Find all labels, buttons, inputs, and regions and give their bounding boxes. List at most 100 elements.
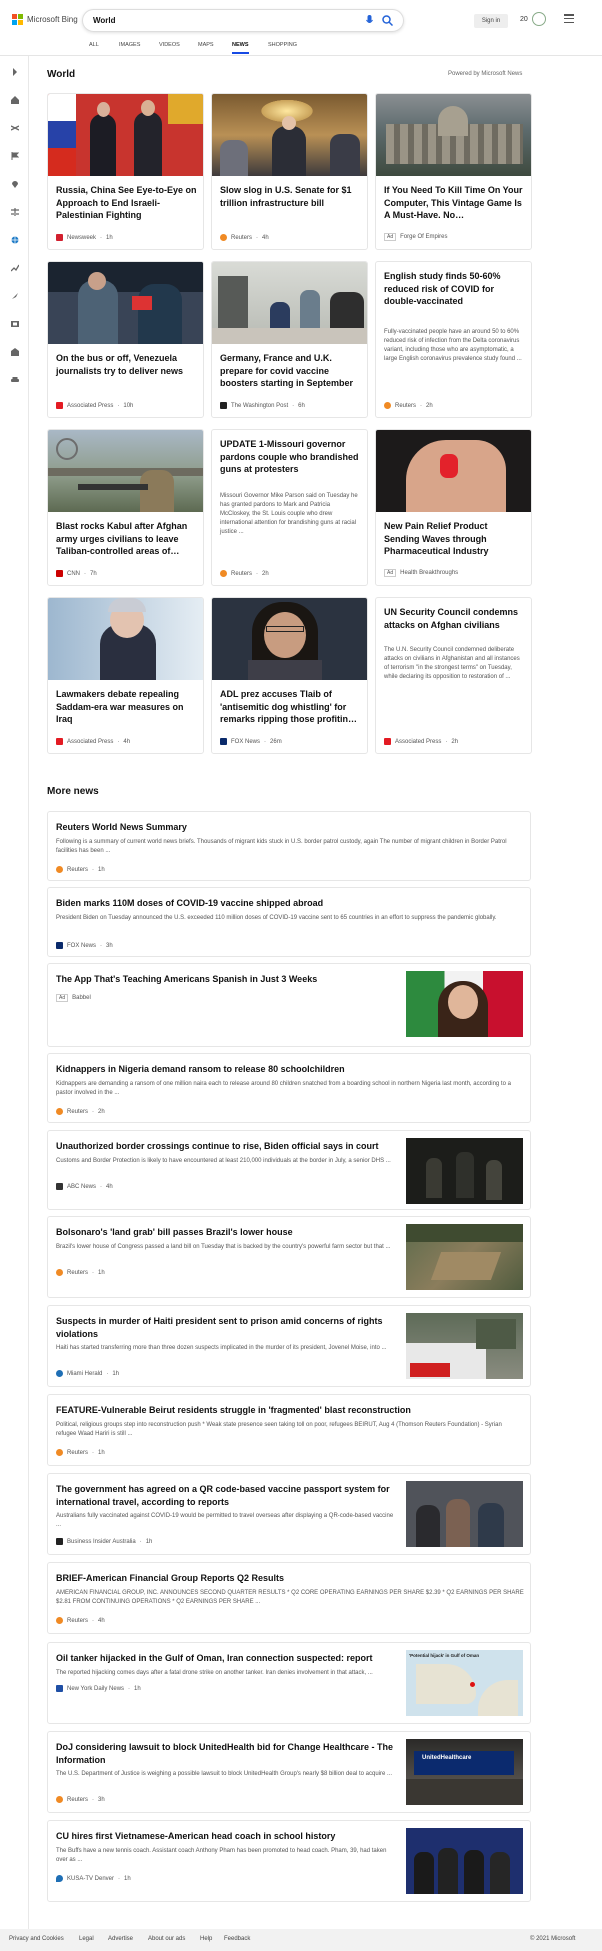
microphone-icon[interactable] <box>366 15 373 26</box>
item-title[interactable]: DoJ considering lawsuit to block UnitedH… <box>56 1741 396 1767</box>
card-title[interactable]: Lawmakers debate repealing Saddam-era wa… <box>56 688 197 726</box>
news-list-item[interactable]: Suspects in murder of Haiti president se… <box>47 1305 531 1387</box>
footer-link-privacy[interactable]: Privacy and Cookies <box>9 1936 64 1942</box>
news-card[interactable]: ADL prez accuses Tlaib of 'antisemitic d… <box>211 597 368 754</box>
card-title[interactable]: Blast rocks Kabul after Afghan army urge… <box>56 520 197 558</box>
source-logo-icon <box>220 738 227 745</box>
tab-videos[interactable]: VIDEOS <box>159 42 180 48</box>
item-title[interactable]: Unauthorized border crossings continue t… <box>56 1140 396 1153</box>
news-list-item[interactable]: Reuters World News Summary Following is … <box>47 811 531 881</box>
item-title[interactable]: Biden marks 110M doses of COVID-19 vacci… <box>56 897 516 910</box>
news-list-item[interactable]: Kidnappers in Nigeria demand ransom to r… <box>47 1053 531 1123</box>
source-logo-icon <box>56 570 63 577</box>
footer-link-advertise[interactable]: Advertise <box>108 1936 133 1942</box>
source-logo-icon <box>56 234 63 241</box>
source-logo-icon <box>56 1183 63 1190</box>
item-source: Reuters · 1h <box>56 1449 105 1456</box>
item-title[interactable]: FEATURE-Vulnerable Beirut residents stru… <box>56 1404 516 1417</box>
building-icon[interactable] <box>11 348 19 356</box>
tab-all[interactable]: ALL <box>89 42 99 48</box>
rocket-icon[interactable] <box>11 292 19 300</box>
footer-link-about-ads[interactable]: About our ads <box>148 1936 185 1942</box>
item-title[interactable]: Bolsonaro's 'land grab' bill passes Braz… <box>56 1226 396 1239</box>
tab-shopping[interactable]: SHOPPING <box>268 42 297 48</box>
item-title[interactable]: CU hires first Vietnamese-American head … <box>56 1830 396 1843</box>
item-source: ABC News · 4h <box>56 1183 113 1190</box>
tab-images[interactable]: IMAGES <box>119 42 140 48</box>
item-title[interactable]: The App That's Teaching Americans Spanis… <box>56 973 396 986</box>
news-card[interactable]: On the bus or off, Venezuela journalists… <box>47 261 204 418</box>
item-title[interactable]: BRIEF-American Financial Group Reports Q… <box>56 1572 516 1585</box>
news-card[interactable]: English study finds 50-60% reduced risk … <box>375 261 532 418</box>
card-title[interactable]: English study finds 50-60% reduced risk … <box>384 270 525 308</box>
news-card[interactable]: UN Security Council condemns attacks on … <box>375 597 532 754</box>
bing-logo[interactable]: Microsoft Bing <box>12 14 78 25</box>
ad-card[interactable]: If You Need To Kill Time On Your Compute… <box>375 93 532 250</box>
news-card[interactable]: Blast rocks Kabul after Afghan army urge… <box>47 429 204 586</box>
ad-card[interactable]: New Pain Relief Product Sending Waves th… <box>375 429 532 586</box>
film-icon[interactable] <box>11 320 19 328</box>
ad-image <box>376 430 531 512</box>
news-list-item[interactable]: BRIEF-American Financial Group Reports Q… <box>47 1562 531 1634</box>
news-card[interactable]: Russia, China See Eye-to-Eye on Approach… <box>47 93 204 250</box>
item-snippet: Brazil's lower house of Congress passed … <box>56 1244 391 1250</box>
card-title[interactable]: Russia, China See Eye-to-Eye on Approach… <box>56 184 197 222</box>
card-title[interactable]: Slow slog in U.S. Senate for $1 trillion… <box>220 184 361 209</box>
news-card[interactable]: Slow slog in U.S. Senate for $1 trillion… <box>211 93 368 250</box>
item-snippet: Customs and Border Protection is likely … <box>56 1158 391 1164</box>
item-source: Miami Herald · 1h <box>56 1370 119 1377</box>
news-list-item[interactable]: FEATURE-Vulnerable Beirut residents stru… <box>47 1394 531 1466</box>
footer-link-legal[interactable]: Legal <box>79 1936 94 1942</box>
search-input[interactable]: World <box>82 9 404 32</box>
microsoft-logo-icon <box>12 14 23 25</box>
globe-icon[interactable] <box>11 236 19 244</box>
news-card[interactable]: UPDATE 1-Missouri governor pardons coupl… <box>211 429 368 586</box>
item-title[interactable]: Oil tanker hijacked in the Gulf of Oman,… <box>56 1652 396 1665</box>
news-list-item[interactable]: DoJ considering lawsuit to block UnitedH… <box>47 1731 531 1813</box>
item-title[interactable]: The government has agreed on a QR code-b… <box>56 1483 396 1509</box>
news-card[interactable]: Germany, France and U.K. prepare for cov… <box>211 261 368 418</box>
menu-icon[interactable] <box>564 14 574 23</box>
source-logo-icon <box>56 1269 63 1276</box>
card-source: FOX News · 26m <box>220 738 282 745</box>
map-pin-icon[interactable] <box>11 180 19 188</box>
card-title[interactable]: New Pain Relief Product Sending Waves th… <box>384 520 525 558</box>
car-icon[interactable] <box>11 376 19 384</box>
scale-icon[interactable] <box>11 208 19 216</box>
news-list-item[interactable]: CU hires first Vietnamese-American head … <box>47 1820 531 1902</box>
sign-in-button[interactable]: Sign in <box>474 14 508 28</box>
rewards-points[interactable]: 20 <box>520 16 528 23</box>
ad-list-item[interactable]: The App That's Teaching Americans Spanis… <box>47 963 531 1047</box>
trending-icon[interactable] <box>11 264 19 272</box>
card-title[interactable]: On the bus or off, Venezuela journalists… <box>56 352 197 377</box>
source-logo-icon <box>56 866 63 873</box>
item-source: Ad Babbel <box>56 994 91 1002</box>
card-title[interactable]: UN Security Council condemns attacks on … <box>384 606 525 631</box>
news-list-item[interactable]: Unauthorized border crossings continue t… <box>47 1130 531 1210</box>
news-image <box>48 262 203 344</box>
rewards-trophy-icon[interactable] <box>532 12 546 26</box>
footer-link-help[interactable]: Help <box>200 1936 212 1942</box>
card-title[interactable]: UPDATE 1-Missouri governor pardons coupl… <box>220 438 361 476</box>
item-title[interactable]: Suspects in murder of Haiti president se… <box>56 1315 396 1341</box>
card-title[interactable]: ADL prez accuses Tlaib of 'antisemitic d… <box>220 688 361 726</box>
card-title[interactable]: If You Need To Kill Time On Your Compute… <box>384 184 525 222</box>
footer-link-feedback[interactable]: Feedback <box>224 1936 250 1942</box>
news-list-item[interactable]: Bolsonaro's 'land grab' bill passes Braz… <box>47 1216 531 1298</box>
tab-maps[interactable]: MAPS <box>198 42 214 48</box>
news-list-item[interactable]: Oil tanker hijacked in the Gulf of Oman,… <box>47 1642 531 1724</box>
shuffle-icon[interactable] <box>11 124 19 132</box>
home-icon[interactable] <box>11 96 19 104</box>
item-title[interactable]: Kidnappers in Nigeria demand ransom to r… <box>56 1063 516 1076</box>
chevron-right-icon[interactable] <box>11 68 19 76</box>
news-list-item[interactable]: The government has agreed on a QR code-b… <box>47 1473 531 1555</box>
flag-icon[interactable] <box>11 152 19 160</box>
card-source: Reuters · 2h <box>220 570 269 577</box>
item-snippet: The reported hijacking comes days after … <box>56 1670 373 1676</box>
card-title[interactable]: Germany, France and U.K. prepare for cov… <box>220 352 361 390</box>
news-card[interactable]: Lawmakers debate repealing Saddam-era wa… <box>47 597 204 754</box>
tab-news[interactable]: NEWS <box>232 42 249 54</box>
item-title[interactable]: Reuters World News Summary <box>56 821 516 834</box>
news-list-item[interactable]: Biden marks 110M doses of COVID-19 vacci… <box>47 887 531 957</box>
search-icon[interactable] <box>382 15 393 26</box>
